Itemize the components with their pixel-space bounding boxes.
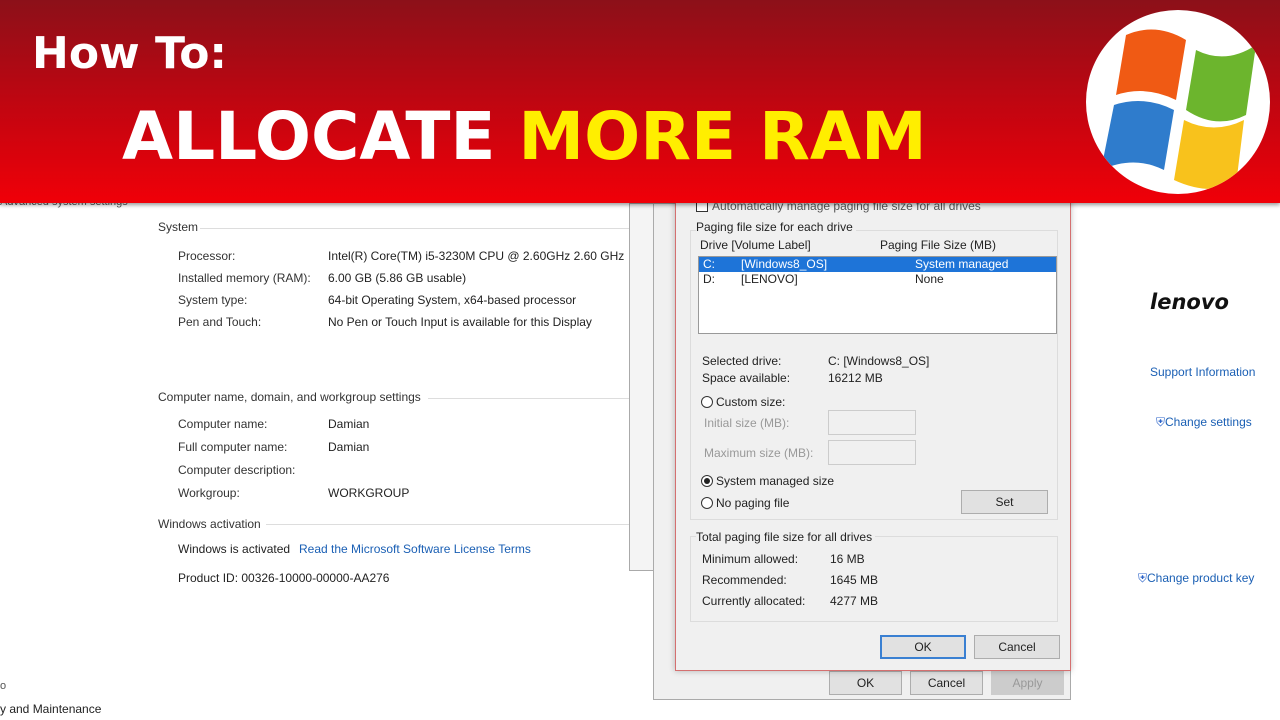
- maximum-size-label: Maximum size (MB):: [704, 446, 814, 460]
- col-drive-header: Drive [Volume Label]: [700, 238, 811, 252]
- no-paging-radio[interactable]: No paging file: [701, 496, 789, 510]
- divider: [428, 398, 630, 399]
- total-group-title: Total paging file size for all drives: [696, 530, 876, 544]
- radio-icon: [701, 475, 713, 487]
- computer-info: Computer name: Damian Full computer name:…: [178, 413, 409, 505]
- min-allowed-label: Minimum allowed:: [702, 552, 799, 566]
- paging-group-title: Paging file size for each drive: [696, 220, 856, 234]
- system-row: Installed memory (RAM): 6.00 GB (5.86 GB …: [178, 271, 467, 285]
- recommended-label: Recommended:: [702, 573, 787, 587]
- activation-heading: Windows activation: [158, 517, 261, 531]
- selected-drive-value: C: [Windows8_OS]: [828, 354, 930, 368]
- currently-allocated-label: Currently allocated:: [702, 594, 806, 608]
- maximum-size-input[interactable]: [828, 440, 916, 465]
- min-allowed-value: 16 MB: [830, 552, 865, 566]
- space-available-value: 16212 MB: [828, 371, 883, 385]
- headline-yellow: MORE RAM: [518, 98, 927, 175]
- radio-icon: [701, 497, 713, 509]
- perf-apply-button[interactable]: Apply: [991, 671, 1064, 695]
- change-settings-link[interactable]: ⛨Change settings: [1156, 415, 1252, 430]
- how-to-text: How To:: [32, 28, 228, 79]
- recommended-value: 1645 MB: [830, 573, 879, 587]
- divider: [266, 524, 630, 525]
- perf-ok-button[interactable]: OK: [829, 671, 902, 695]
- computer-row: Workgroup: WORKGROUP: [178, 486, 410, 500]
- system-row: Processor: Intel(R) Core(TM) i5-3230M CPU…: [178, 249, 625, 263]
- headline-white: ALLOCATE: [122, 98, 519, 175]
- activation-status: Windows is activated: [178, 542, 291, 556]
- windows-logo-icon: [1086, 10, 1270, 194]
- system-info: Processor: Intel(R) Core(TM) i5-3230M CPU…: [178, 245, 624, 333]
- initial-size-label: Initial size (MB):: [704, 416, 790, 430]
- virtual-memory-dialog: Automatically manage paging file size fo…: [675, 195, 1071, 671]
- computer-row: Computer description:: [178, 463, 296, 477]
- support-information-link[interactable]: Support Information: [1150, 365, 1255, 379]
- shield-icon: ⛨: [1156, 415, 1166, 429]
- computer-row: Full computer name: Damian: [178, 440, 370, 454]
- computer-heading: Computer name, domain, and workgroup set…: [158, 390, 421, 404]
- security-maintenance-link[interactable]: y and Maintenance: [0, 702, 101, 716]
- space-available-label: Space available:: [702, 371, 791, 385]
- divider: [200, 228, 630, 229]
- system-heading: System: [158, 220, 199, 234]
- perf-cancel-button[interactable]: Cancel: [910, 671, 983, 695]
- selected-drive-label: Selected drive:: [702, 354, 782, 368]
- col-size-header: Paging File Size (MB): [880, 238, 997, 252]
- system-row: Pen and Touch: No Pen or Touch Input is a…: [178, 315, 592, 329]
- change-product-key-link[interactable]: ⛨Change product key: [1138, 571, 1254, 586]
- lenovo-logo: lenovo: [1150, 290, 1229, 314]
- drive-row[interactable]: D: [LENOVO] None: [699, 272, 1056, 287]
- drive-row-selected[interactable]: C: [Windows8_OS] System managed: [699, 257, 1056, 272]
- system-managed-radio[interactable]: System managed size: [701, 474, 834, 488]
- currently-allocated-value: 4277 MB: [830, 594, 879, 608]
- headline: ALLOCATE MORE RAM: [122, 98, 927, 175]
- initial-size-input[interactable]: [828, 410, 916, 435]
- radio-icon: [701, 396, 713, 408]
- cancel-button[interactable]: Cancel: [974, 635, 1060, 659]
- drive-list[interactable]: C: [Windows8_OS] System managed D: [LENOVO]…: [698, 256, 1057, 334]
- custom-size-radio[interactable]: Custom size:: [701, 395, 785, 409]
- license-terms-link[interactable]: Read the Microsoft Software License Term…: [299, 542, 531, 556]
- set-button[interactable]: Set: [961, 490, 1048, 514]
- product-id: Product ID: 00326-10000-00000-AA276: [178, 571, 390, 585]
- shield-icon: ⛨: [1138, 571, 1148, 585]
- computer-row: Computer name: Damian: [178, 417, 370, 431]
- system-row: System type: 64-bit Operating System, x64…: [178, 293, 577, 307]
- ok-button[interactable]: OK: [880, 635, 966, 659]
- sidebar-link-partial[interactable]: o: [0, 680, 6, 692]
